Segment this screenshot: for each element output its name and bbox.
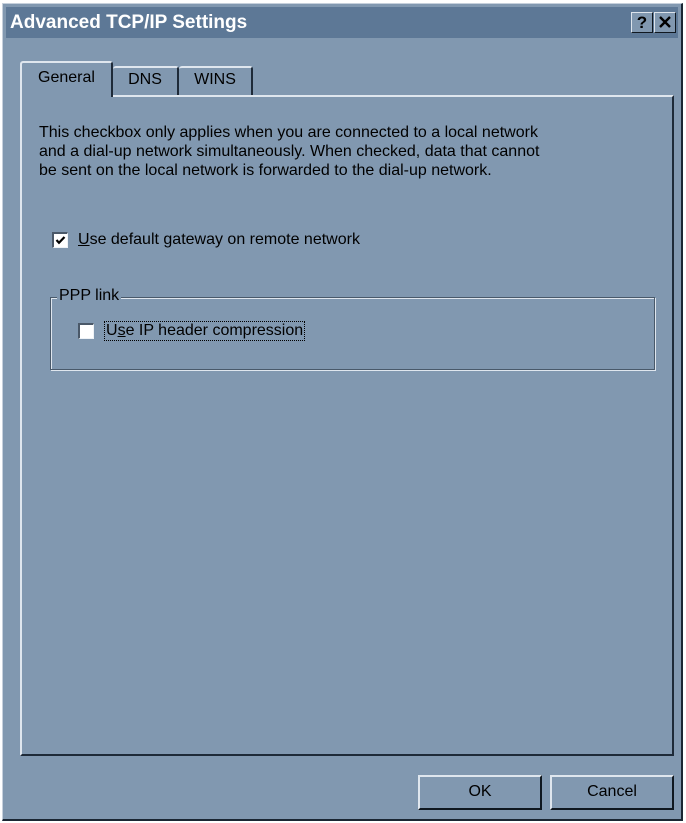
ip-header-compression-checkbox[interactable] <box>78 323 94 339</box>
default-gateway-label[interactable]: Use default gateway on remote network <box>78 231 360 249</box>
tab-general[interactable]: General <box>20 61 113 97</box>
help-button[interactable]: ? <box>631 12 653 33</box>
ok-button[interactable]: OK <box>418 775 542 810</box>
cancel-button[interactable]: Cancel <box>550 775 674 810</box>
checkmark-icon <box>55 236 66 245</box>
ppp-link-group-label: PPP link <box>57 287 122 305</box>
tab-dns[interactable]: DNS <box>113 66 179 96</box>
tab-wins[interactable]: WINS <box>179 66 253 96</box>
general-tab-panel: This checkbox only applies when you are … <box>20 95 674 756</box>
ip-header-compression-label[interactable]: Use IP header compression <box>104 321 306 341</box>
description-text: This checkbox only applies when you are … <box>39 124 540 179</box>
advanced-tcpip-dialog: Advanced TCP/IP Settings ? General DNS W… <box>2 3 683 821</box>
dialog-title: Advanced TCP/IP Settings <box>10 12 248 33</box>
close-button[interactable] <box>654 12 676 33</box>
ip-header-compression-prefix: U <box>106 322 118 339</box>
title-bar[interactable]: Advanced TCP/IP Settings ? <box>6 7 678 38</box>
ip-header-compression-mnemonic: s <box>117 322 126 339</box>
default-gateway-label-text: se default gateway on remote network <box>89 231 360 248</box>
default-gateway-mnemonic: U <box>78 231 90 248</box>
ip-header-compression-label-text: e IP header compression <box>125 322 304 339</box>
close-icon <box>659 16 671 28</box>
default-gateway-checkbox[interactable] <box>52 232 68 248</box>
